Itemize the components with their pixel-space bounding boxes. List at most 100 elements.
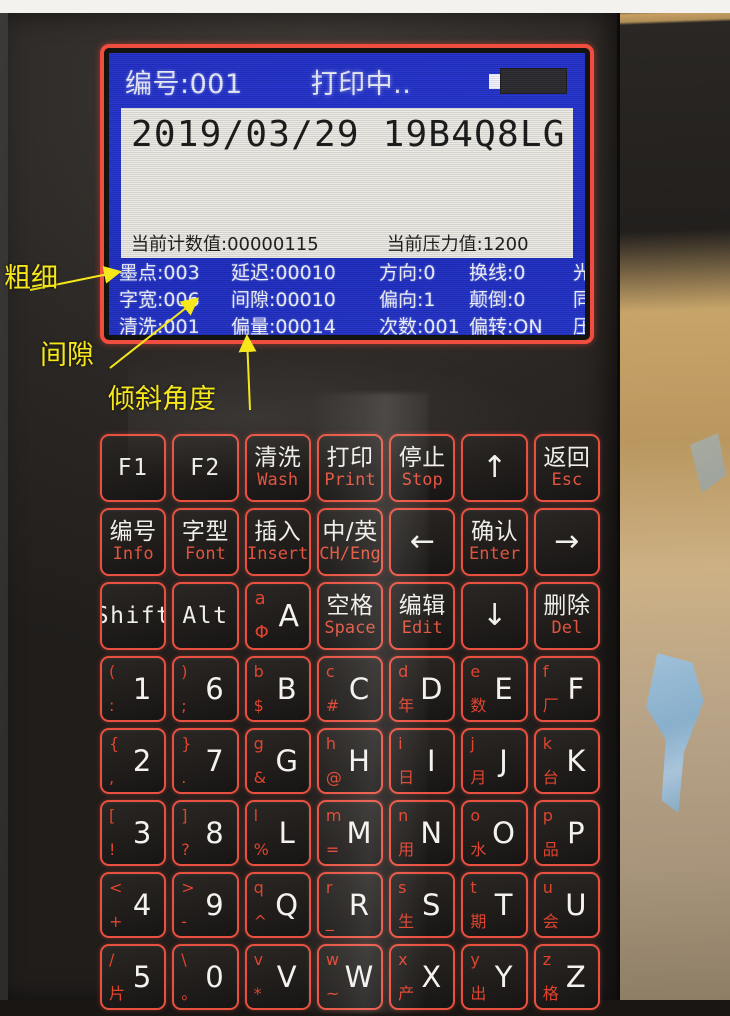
key-u[interactable]: u会U <box>533 872 600 938</box>
key-label-en: Wash <box>257 469 299 490</box>
key-wash[interactable]: 清洗 Wash <box>244 434 311 502</box>
key-z[interactable]: z格Z <box>533 944 600 1010</box>
key-9[interactable]: > -9 <box>172 872 239 938</box>
lcd-content-panel: 2019/03/29 19B4Q8LG 当前计数值:00000115 当前压力值… <box>121 108 573 258</box>
key-f2[interactable]: F2 <box>172 434 239 502</box>
battery-empty-icon <box>489 68 567 94</box>
key-o[interactable]: o水O <box>461 800 528 866</box>
key-alt-upper: ( <box>109 662 116 681</box>
key-space[interactable]: 空格 Space <box>316 582 384 650</box>
key-label: F1 <box>117 455 149 481</box>
key-alt-lower: 会 <box>542 912 559 931</box>
param-bias: 偏向:1 <box>379 289 436 311</box>
key-label-cn: 确认 <box>471 518 519 545</box>
key-i[interactable]: i日I <box>389 728 456 794</box>
key-label: S <box>422 888 441 922</box>
key-5[interactable]: / 片 5 <box>100 944 167 1010</box>
key-b[interactable]: b $ B <box>244 656 311 722</box>
key-alt-upper: r <box>325 878 333 897</box>
key-alt-lower: Φ <box>254 622 269 643</box>
key-c[interactable]: c # C <box>316 656 384 722</box>
key-e[interactable]: e数E <box>461 656 528 722</box>
key-6[interactable]: ); 6 <box>172 656 239 722</box>
key-alt-upper: d <box>398 662 409 681</box>
key-font[interactable]: 字型 Font <box>172 508 239 576</box>
key-label-cn: 插入 <box>254 518 302 545</box>
key-label: 4 <box>132 888 152 922</box>
key-alt-upper: \ <box>181 950 187 969</box>
key-4[interactable]: < +4 <box>100 872 167 938</box>
key-arrow-down[interactable]: ↓ <box>461 582 528 650</box>
key-shift[interactable]: Shift <box>100 582 167 650</box>
key-q[interactable]: q ^ Q <box>244 872 311 938</box>
key-j[interactable]: j月J <box>461 728 528 794</box>
param-offset: 偏量:00014 <box>231 316 336 335</box>
keypad-row-alpha-5: / 片 5 \。 0 v * Vw ~ Wx 产 Xy 出 Yz 格 Z <box>100 944 600 1010</box>
key-label-cn: 中/英 <box>322 518 378 545</box>
key-l[interactable]: l% L <box>244 800 311 866</box>
key-insert[interactable]: 插入 Insert <box>244 508 311 576</box>
key-enter[interactable]: 确认 Enter <box>461 508 528 576</box>
key-0[interactable]: \。 0 <box>172 944 239 1010</box>
key-info[interactable]: 编号 Info <box>100 508 167 576</box>
key-alt-upper: > <box>181 878 195 897</box>
key-label: J <box>499 744 508 778</box>
key-1[interactable]: (:1 <box>100 656 167 722</box>
key-stop[interactable]: 停止 Stop <box>389 434 456 502</box>
key-label: 8 <box>205 816 224 850</box>
key-alt-lower: 品 <box>542 840 559 859</box>
arrow-icon: → <box>554 524 580 559</box>
key-arrow-up[interactable]: ↑ <box>461 434 528 502</box>
key-alt[interactable]: Alt <box>172 582 239 650</box>
key-case-toggle[interactable]: aΦA <box>244 582 311 650</box>
blue-tape-piece <box>646 653 704 813</box>
key-x[interactable]: x产X <box>389 944 456 1010</box>
key-y[interactable]: y出Y <box>461 944 528 1010</box>
key-del[interactable]: 删除 Del <box>533 582 600 650</box>
key-label: 2 <box>132 744 152 778</box>
key-arrow-left[interactable]: ← <box>389 508 456 576</box>
arrow-icon: ← <box>409 524 435 559</box>
key-h[interactable]: h @ H <box>316 728 384 794</box>
key-r[interactable]: r _ R <box>316 872 384 938</box>
key-8[interactable]: ]? 8 <box>172 800 239 866</box>
key-2[interactable]: {, 2 <box>100 728 167 794</box>
key-p[interactable]: p品P <box>533 800 600 866</box>
param-gap: 间隙:00010 <box>231 289 336 311</box>
param-char-width: 字宽:006 <box>119 289 200 311</box>
key-w[interactable]: w ~ W <box>316 944 384 1010</box>
key-arrow-right[interactable]: → <box>533 508 600 576</box>
key-print[interactable]: 打印 Print <box>316 434 384 502</box>
key-t[interactable]: t期T <box>461 872 528 938</box>
key-f1[interactable]: F1 <box>100 434 167 502</box>
key-f[interactable]: f厂F <box>533 656 600 722</box>
keypad-row-function-2: 编号 Info 字型 Font 插入 Insert 中/英 CH/Eng ← 确认 Enter → <box>100 508 600 576</box>
key-alt-lower: ; <box>181 696 187 715</box>
key-n[interactable]: n用N <box>389 800 456 866</box>
key-d[interactable]: d年D <box>389 656 456 722</box>
key-alt-upper: c <box>325 662 335 681</box>
key-label: X <box>421 960 442 994</box>
key-label: Y <box>494 960 513 994</box>
key-label-en: Enter <box>468 543 521 564</box>
key-alt-lower: & <box>253 768 267 787</box>
arrow-icon: ↓ <box>481 598 508 633</box>
key-alt-lower: $ <box>253 696 264 715</box>
key-label-en: Print <box>324 469 376 490</box>
key-7[interactable]: }. 7 <box>172 728 239 794</box>
key-g[interactable]: g & G <box>244 728 311 794</box>
key-label-cn: 字型 <box>181 518 229 545</box>
key-label: C <box>348 672 370 706</box>
key-label-cn: 停止 <box>398 444 446 471</box>
key-alt-upper: i <box>398 734 403 753</box>
key-label: Shift <box>102 603 164 629</box>
key-k[interactable]: k台K <box>533 728 600 794</box>
key-label: 5 <box>132 960 152 994</box>
key-m[interactable]: m = M <box>316 800 384 866</box>
key-3[interactable]: [! 3 <box>100 800 167 866</box>
key-esc[interactable]: 返回 Esc <box>533 434 600 502</box>
key-edit[interactable]: 编辑 Edit <box>389 582 456 650</box>
key-v[interactable]: v * V <box>244 944 311 1010</box>
key-s[interactable]: s生S <box>389 872 456 938</box>
key-ch-eng[interactable]: 中/英 CH/Eng <box>316 508 384 576</box>
